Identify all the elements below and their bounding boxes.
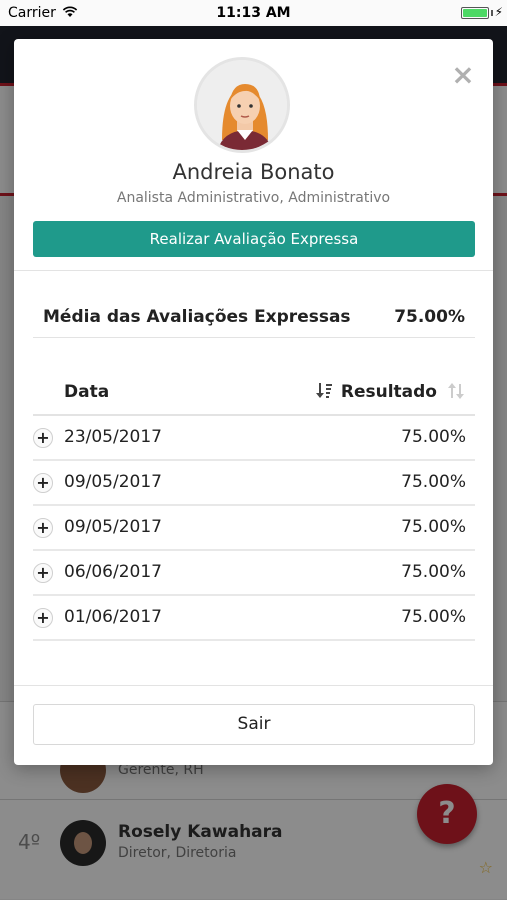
row-result: 75.00% [401, 472, 466, 492]
charging-icon: ⚡ [494, 5, 503, 19]
plus-icon[interactable]: + [33, 473, 53, 493]
sort-icon[interactable] [447, 382, 465, 400]
status-bar: Carrier 11:13 AM ⚡ [0, 0, 507, 26]
table-row[interactable]: + 23/05/2017 75.00% [33, 416, 475, 461]
battery-tip [491, 10, 493, 16]
row-result: 75.00% [401, 562, 466, 582]
column-header-date[interactable]: Data [64, 382, 109, 402]
row-date: 01/06/2017 [64, 607, 162, 627]
divider [14, 270, 493, 271]
table-row[interactable]: + 09/05/2017 75.00% [33, 461, 475, 506]
summary-label: Média das Avaliações Expressas [43, 307, 351, 327]
evaluation-modal: × Andreia Bonato Analista Administrativo… [14, 39, 493, 765]
plus-icon[interactable]: + [33, 608, 53, 628]
table-row[interactable]: + 01/06/2017 75.00% [33, 596, 475, 641]
profile-name: Andreia Bonato [172, 160, 335, 184]
divider [14, 685, 493, 686]
table-row[interactable]: + 09/05/2017 75.00% [33, 506, 475, 551]
plus-icon[interactable]: + [33, 563, 53, 583]
person-icon [197, 60, 287, 150]
row-date: 23/05/2017 [64, 427, 162, 447]
plus-icon[interactable]: + [33, 428, 53, 448]
clock: 11:13 AM [216, 5, 291, 21]
row-result: 75.00% [401, 607, 466, 627]
column-header-result[interactable]: Resultado [341, 382, 437, 402]
row-date: 09/05/2017 [64, 517, 162, 537]
battery-icon [461, 7, 489, 19]
profile-avatar [194, 57, 290, 153]
plus-icon[interactable]: + [33, 518, 53, 538]
row-date: 09/05/2017 [64, 472, 162, 492]
divider [33, 337, 475, 338]
row-result: 75.00% [401, 427, 466, 447]
summary-value: 75.00% [394, 307, 465, 327]
quick-evaluation-button[interactable]: Realizar Avaliação Expressa [33, 221, 475, 257]
profile-role: Analista Administrativo, Administrativo [116, 190, 391, 206]
exit-button[interactable]: Sair [33, 704, 475, 745]
sort-desc-icon[interactable] [315, 382, 333, 400]
row-result: 75.00% [401, 517, 466, 537]
close-icon[interactable]: × [451, 61, 475, 89]
row-date: 06/06/2017 [64, 562, 162, 582]
table-row[interactable]: + 06/06/2017 75.00% [33, 551, 475, 596]
